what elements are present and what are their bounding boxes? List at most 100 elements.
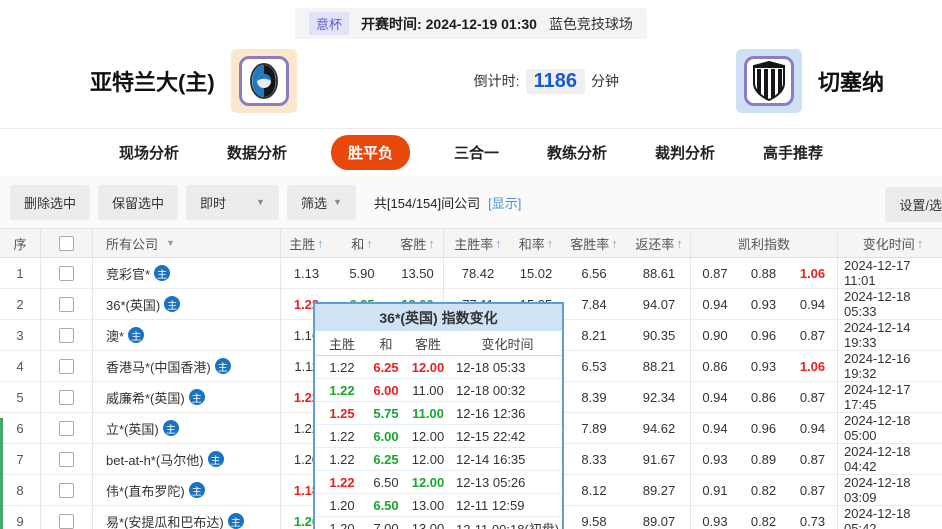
nav-tab[interactable]: 数据分析 [223, 135, 291, 170]
away-team: 切塞纳 [736, 49, 884, 113]
kelly-draw: 0.93 [739, 289, 788, 319]
header-company[interactable]: 所有公司▼ [92, 229, 280, 257]
kelly-home: 0.86 [690, 351, 739, 381]
company-badge-icon[interactable]: 主 [215, 358, 231, 374]
company-badge-icon[interactable]: 主 [128, 327, 144, 343]
company-badge-icon[interactable]: 主 [154, 265, 170, 281]
company-cell: bet-at-h*(马尔他)主 [92, 444, 280, 474]
company-name[interactable]: 香港马*(中国香港) [106, 357, 211, 376]
company-name[interactable]: 澳* [106, 326, 124, 345]
company-name[interactable]: bet-at-h*(马尔他) [106, 450, 204, 469]
atalanta-logo-icon [246, 61, 282, 101]
row-checkbox[interactable] [59, 359, 74, 374]
header-return-rate[interactable]: 返还率↑ [628, 229, 690, 257]
select-all-checkbox[interactable] [59, 236, 74, 251]
header-away-rate[interactable]: 客胜率↑ [560, 229, 628, 257]
return-rate: 88.61 [628, 258, 690, 288]
filter-dropdown[interactable]: 筛选▼ [287, 185, 356, 220]
home-team-logo[interactable] [239, 56, 289, 106]
instant-dropdown[interactable]: 即时▼ [186, 185, 279, 220]
row-checkbox[interactable] [59, 452, 74, 467]
league-badge[interactable]: 意杯 [309, 12, 349, 35]
header-seq[interactable]: 序 [0, 229, 40, 257]
keep-selected-button[interactable]: 保留选中 [98, 185, 178, 220]
kickoff-value: 2024-12-19 01:30 [426, 16, 537, 32]
row-checkbox[interactable] [59, 421, 74, 436]
header-home-rate[interactable]: 主胜率↑ [443, 229, 512, 257]
header-away-odds[interactable]: 客胜↑ [392, 229, 443, 257]
sort-asc-icon: ↑ [428, 236, 435, 251]
odds-draw: 5.90 [332, 258, 392, 288]
company-name[interactable]: 易*(安提瓜和巴布达) [106, 512, 224, 529]
popup-row: 1.22 6.00 11.00 12-18 00:32 [315, 379, 562, 402]
company-badge-icon[interactable]: 主 [164, 296, 180, 312]
company-badge-icon[interactable]: 主 [228, 513, 244, 529]
popup-odds-draw: 6.50 [369, 494, 403, 516]
company-badge-icon[interactable]: 主 [189, 389, 205, 405]
row-checkbox[interactable] [59, 297, 74, 312]
row-index: 4 [0, 351, 40, 381]
company-badge-icon[interactable]: 主 [189, 482, 205, 498]
settings-button[interactable]: 设置/选择 [885, 187, 942, 222]
row-checkbox[interactable] [59, 266, 74, 281]
kelly-home: 0.91 [690, 475, 739, 505]
popup-odds-away: 12.00 [403, 356, 453, 378]
change-time: 2024-12-18 05:42 [837, 506, 942, 529]
nav-tab[interactable]: 裁判分析 [651, 135, 719, 170]
header-change-time[interactable]: 变化时间↑ [837, 229, 942, 257]
nav-tab[interactable]: 教练分析 [543, 135, 611, 170]
away-team-logo[interactable] [744, 56, 794, 106]
kelly-draw: 0.82 [739, 506, 788, 529]
kelly-draw: 0.96 [739, 413, 788, 443]
change-time: 2024-12-17 11:01 [837, 258, 942, 288]
odds-home: 1.13 [280, 258, 332, 288]
company-badge-icon[interactable]: 主 [208, 451, 224, 467]
popup-header: 主胜 和 客胜 变化时间 [315, 331, 562, 356]
kickoff-time: 开赛时间: 2024-12-19 01:30 [361, 14, 537, 34]
company-name[interactable]: 伟*(直布罗陀) [106, 481, 185, 500]
show-link[interactable]: [显示] [488, 193, 521, 212]
table-header: 序 所有公司▼ 主胜↑ 和↑ 客胜↑ 主胜率↑ 和率↑ 客胜率↑ 返还率↑ 凯利… [0, 228, 942, 258]
return-rate: 91.67 [628, 444, 690, 474]
header-draw-odds[interactable]: 和↑ [332, 229, 392, 257]
company-badge-icon[interactable]: 主 [163, 420, 179, 436]
kelly-home: 0.87 [690, 258, 739, 288]
company-name[interactable]: 36*(英国) [106, 295, 160, 314]
header-kelly[interactable]: 凯利指数 [690, 229, 837, 257]
row-checkbox[interactable] [59, 514, 74, 529]
home-team: 亚特兰大(主) [90, 49, 297, 113]
home-rate: 78.42 [443, 258, 512, 288]
draw-rate: 15.02 [512, 258, 560, 288]
nav-tab[interactable]: 胜平负 [331, 135, 410, 170]
popup-odds-draw: 6.50 [369, 471, 403, 493]
nav-tab[interactable]: 高手推荐 [759, 135, 827, 170]
row-index: 8 [0, 475, 40, 505]
row-checkbox[interactable] [59, 483, 74, 498]
odds-away: 13.50 [392, 258, 443, 288]
row-checkbox[interactable] [59, 390, 74, 405]
kelly-away: 0.87 [788, 382, 837, 412]
chevron-down-icon: ▼ [333, 197, 342, 207]
chevron-down-icon: ▼ [256, 197, 265, 207]
nav-tab[interactable]: 现场分析 [115, 135, 183, 170]
page: 意杯 开赛时间: 2024-12-19 01:30 蓝色竞技球场 亚特兰大(主) [0, 0, 942, 529]
company-name[interactable]: 威廉希*(英国) [106, 388, 185, 407]
away-rate: 9.58 [560, 506, 628, 529]
kickoff-label: 开赛时间: [361, 16, 422, 32]
odds-history-popup: 36*(英国) 指数变化 主胜 和 客胜 变化时间 1.22 6.25 12.0… [313, 302, 564, 529]
kelly-home: 0.94 [690, 289, 739, 319]
company-name[interactable]: 立*(英国) [106, 419, 159, 438]
change-time: 2024-12-16 19:32 [837, 351, 942, 381]
row-checkbox[interactable] [59, 328, 74, 343]
header-draw-rate[interactable]: 和率↑ [512, 229, 560, 257]
popup-odds-draw: 6.00 [369, 425, 403, 447]
row-index: 5 [0, 382, 40, 412]
popup-odds-draw: 6.00 [369, 379, 403, 401]
company-cell: 易*(安提瓜和巴布达)主 [92, 506, 280, 529]
nav-tab[interactable]: 三合一 [450, 135, 503, 170]
header-home-odds[interactable]: 主胜↑ [280, 229, 332, 257]
delete-selected-button[interactable]: 删除选中 [10, 185, 90, 220]
sort-asc-icon: ↑ [917, 236, 924, 251]
company-name[interactable]: 竞彩官* [106, 264, 150, 283]
company-cell: 香港马*(中国香港)主 [92, 351, 280, 381]
